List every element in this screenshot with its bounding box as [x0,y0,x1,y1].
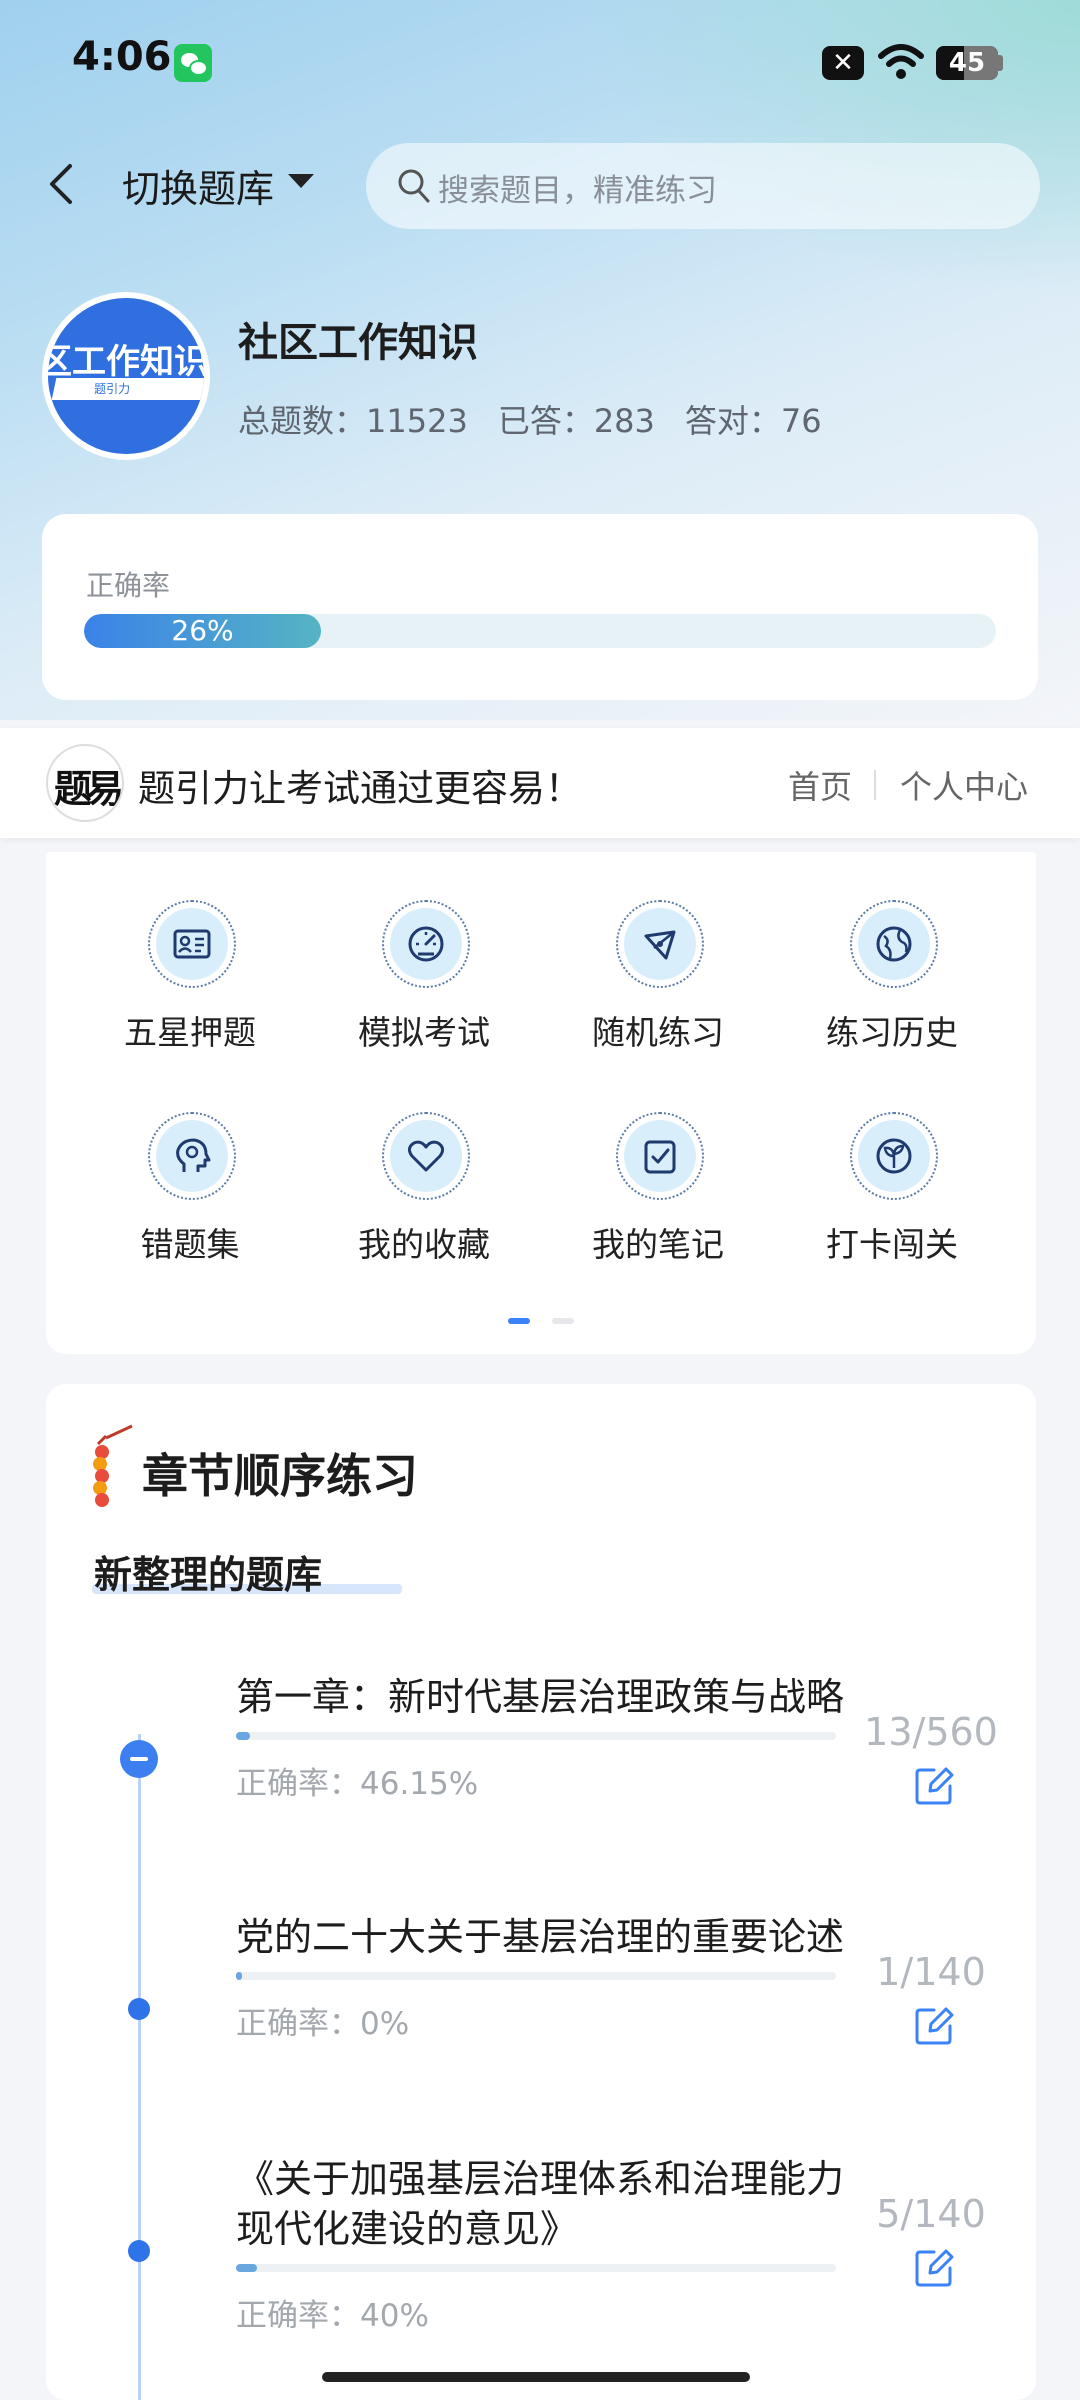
heart-icon [382,1112,470,1200]
wechat-icon [174,44,212,82]
chapter-item[interactable]: 《关于加强基层治理体系和治理能力现代化建设的意见》 正确率：40% [236,2154,846,2335]
chapter-count: 13/560 [864,1710,998,1754]
menu-label: 我的收藏 [358,1225,490,1264]
back-arrow-icon[interactable] [44,162,84,206]
chapter-count: 5/140 [876,2192,986,2236]
menu-practice-history[interactable]: 练习历史 [802,900,982,1052]
head-icon [148,1112,236,1200]
menu-random-practice[interactable]: 随机练习 [568,900,748,1052]
menu-notes[interactable]: 我的笔记 [568,1112,748,1264]
chapter-progress-fill [236,2264,258,2272]
accuracy-progress-track: 26% [84,614,996,648]
menu-label: 错题集 [140,1225,240,1264]
search-bar[interactable]: 搜索题目，精准练习 [366,143,1040,229]
firecracker-icon [93,1424,133,1507]
accuracy-card: 正确率 26% [42,514,1038,700]
globe-icon [850,900,938,988]
search-placeholder: 搜索题目，精准练习 [438,173,717,209]
timeline-line [138,1734,141,2400]
timeline-dot [128,2240,150,2262]
gauge-icon [382,900,470,988]
feature-grid: 五星押题 模拟考试 随机练习 练习历史 错题集 我的收藏 我的笔记 打卡闯关 [46,852,1036,1354]
section-subtitle: 新整理的题库 [94,1553,323,1597]
page-dot [552,1318,574,1324]
battery-level: 45 [948,48,986,78]
page-indicator [508,1318,578,1326]
edit-icon[interactable] [912,1764,956,1808]
stat-answered: 已答：283 [497,402,655,440]
chapter-progress-track [236,1732,836,1740]
brand-logo: 题易 [46,744,124,822]
id-card-icon [148,900,236,988]
search-icon [398,169,430,203]
menu-five-star[interactable]: 五星押题 [100,900,280,1052]
menu-label: 我的笔记 [592,1225,724,1264]
menu-check-in[interactable]: 打卡闯关 [802,1112,982,1264]
switch-bank-button[interactable]: 切换题库 [122,158,274,213]
profile-link[interactable]: 个人中心 [900,762,1028,808]
bank-logo: 区工作知识 题引力 [42,292,210,460]
bank-stats: 总题数：11523 已答：283 答对：76 [238,396,852,442]
random-icon [616,900,704,988]
chapter-count: 1/140 [876,1950,986,1994]
menu-label: 打卡闯关 [826,1225,958,1264]
status-bar: 4:06 ✕ 45 [0,0,1080,130]
menu-label: 五星押题 [124,1013,256,1052]
accuracy-percent: 26% [171,614,234,647]
chapter-accuracy: 正确率：46.15% [236,1766,479,1802]
chapter-practice-card: 章节顺序练习 新整理的题库 第一章：新时代基层治理政策与战略 正确率：46.15… [46,1384,1036,2400]
wifi-icon [878,44,924,79]
chapter-progress-fill [236,1732,250,1740]
menu-label: 练习历史 [826,1013,958,1052]
bank-logo-sub: 题引力 [94,382,131,396]
home-indicator[interactable] [322,2372,750,2382]
note-icon [616,1112,704,1200]
chapter-progress-track [236,2264,836,2272]
home-link[interactable]: 首页 [788,762,852,808]
edit-icon[interactable] [912,2246,956,2290]
bank-logo-text: 区工作知识 [48,342,204,382]
chapter-accuracy: 正确率：0% [236,2006,410,2042]
battery-icon: 45 [936,46,998,80]
chapter-name: 第一章：新时代基层治理政策与战略 [236,1675,845,1719]
menu-label: 随机练习 [592,1013,724,1052]
battery-tip [998,55,1003,71]
banner-divider [874,770,876,800]
chapter-item[interactable]: 党的二十大关于基层治理的重要论述 正确率：0% [236,1912,846,2043]
stat-correct: 答对：76 [684,402,822,440]
section-title: 章节顺序练习 [142,1449,418,1503]
brand-logo-glyph: 题易 [54,767,122,811]
menu-favorites[interactable]: 我的收藏 [334,1112,514,1264]
accuracy-label: 正确率 [86,569,171,602]
banner-slogan: 题引力让考试通过更容易！ [138,767,582,810]
chapter-item[interactable]: 第一章：新时代基层治理政策与战略 正确率：46.15% [236,1672,846,1803]
page-dot-active [508,1318,530,1324]
timeline-dot [128,1998,150,2020]
chapter-name: 党的二十大关于基层治理的重要论述 [236,1915,845,1959]
chapter-progress-fill [236,1972,242,1980]
menu-wrong-questions[interactable]: 错题集 [100,1112,280,1264]
edit-icon[interactable] [912,2004,956,2048]
sprout-icon [850,1112,938,1200]
chapter-accuracy: 正确率：40% [236,2298,429,2334]
menu-mock-exam[interactable]: 模拟考试 [334,900,514,1052]
menu-label: 模拟考试 [358,1013,490,1052]
caret-down-icon[interactable] [288,174,314,188]
chapter-name: 《关于加强基层治理体系和治理能力现代化建设的意见》 [236,2157,845,2251]
stat-total: 总题数：11523 [238,402,468,440]
chapter-progress-track [236,1972,836,1980]
promo-banner: 题易 题引力让考试通过更容易！ 首页 个人中心 [0,728,1080,838]
bank-title: 社区工作知识 [238,320,478,366]
collapse-icon[interactable] [120,1740,158,1778]
status-time: 4:06 [72,34,172,80]
notification-close-icon: ✕ [822,46,864,80]
